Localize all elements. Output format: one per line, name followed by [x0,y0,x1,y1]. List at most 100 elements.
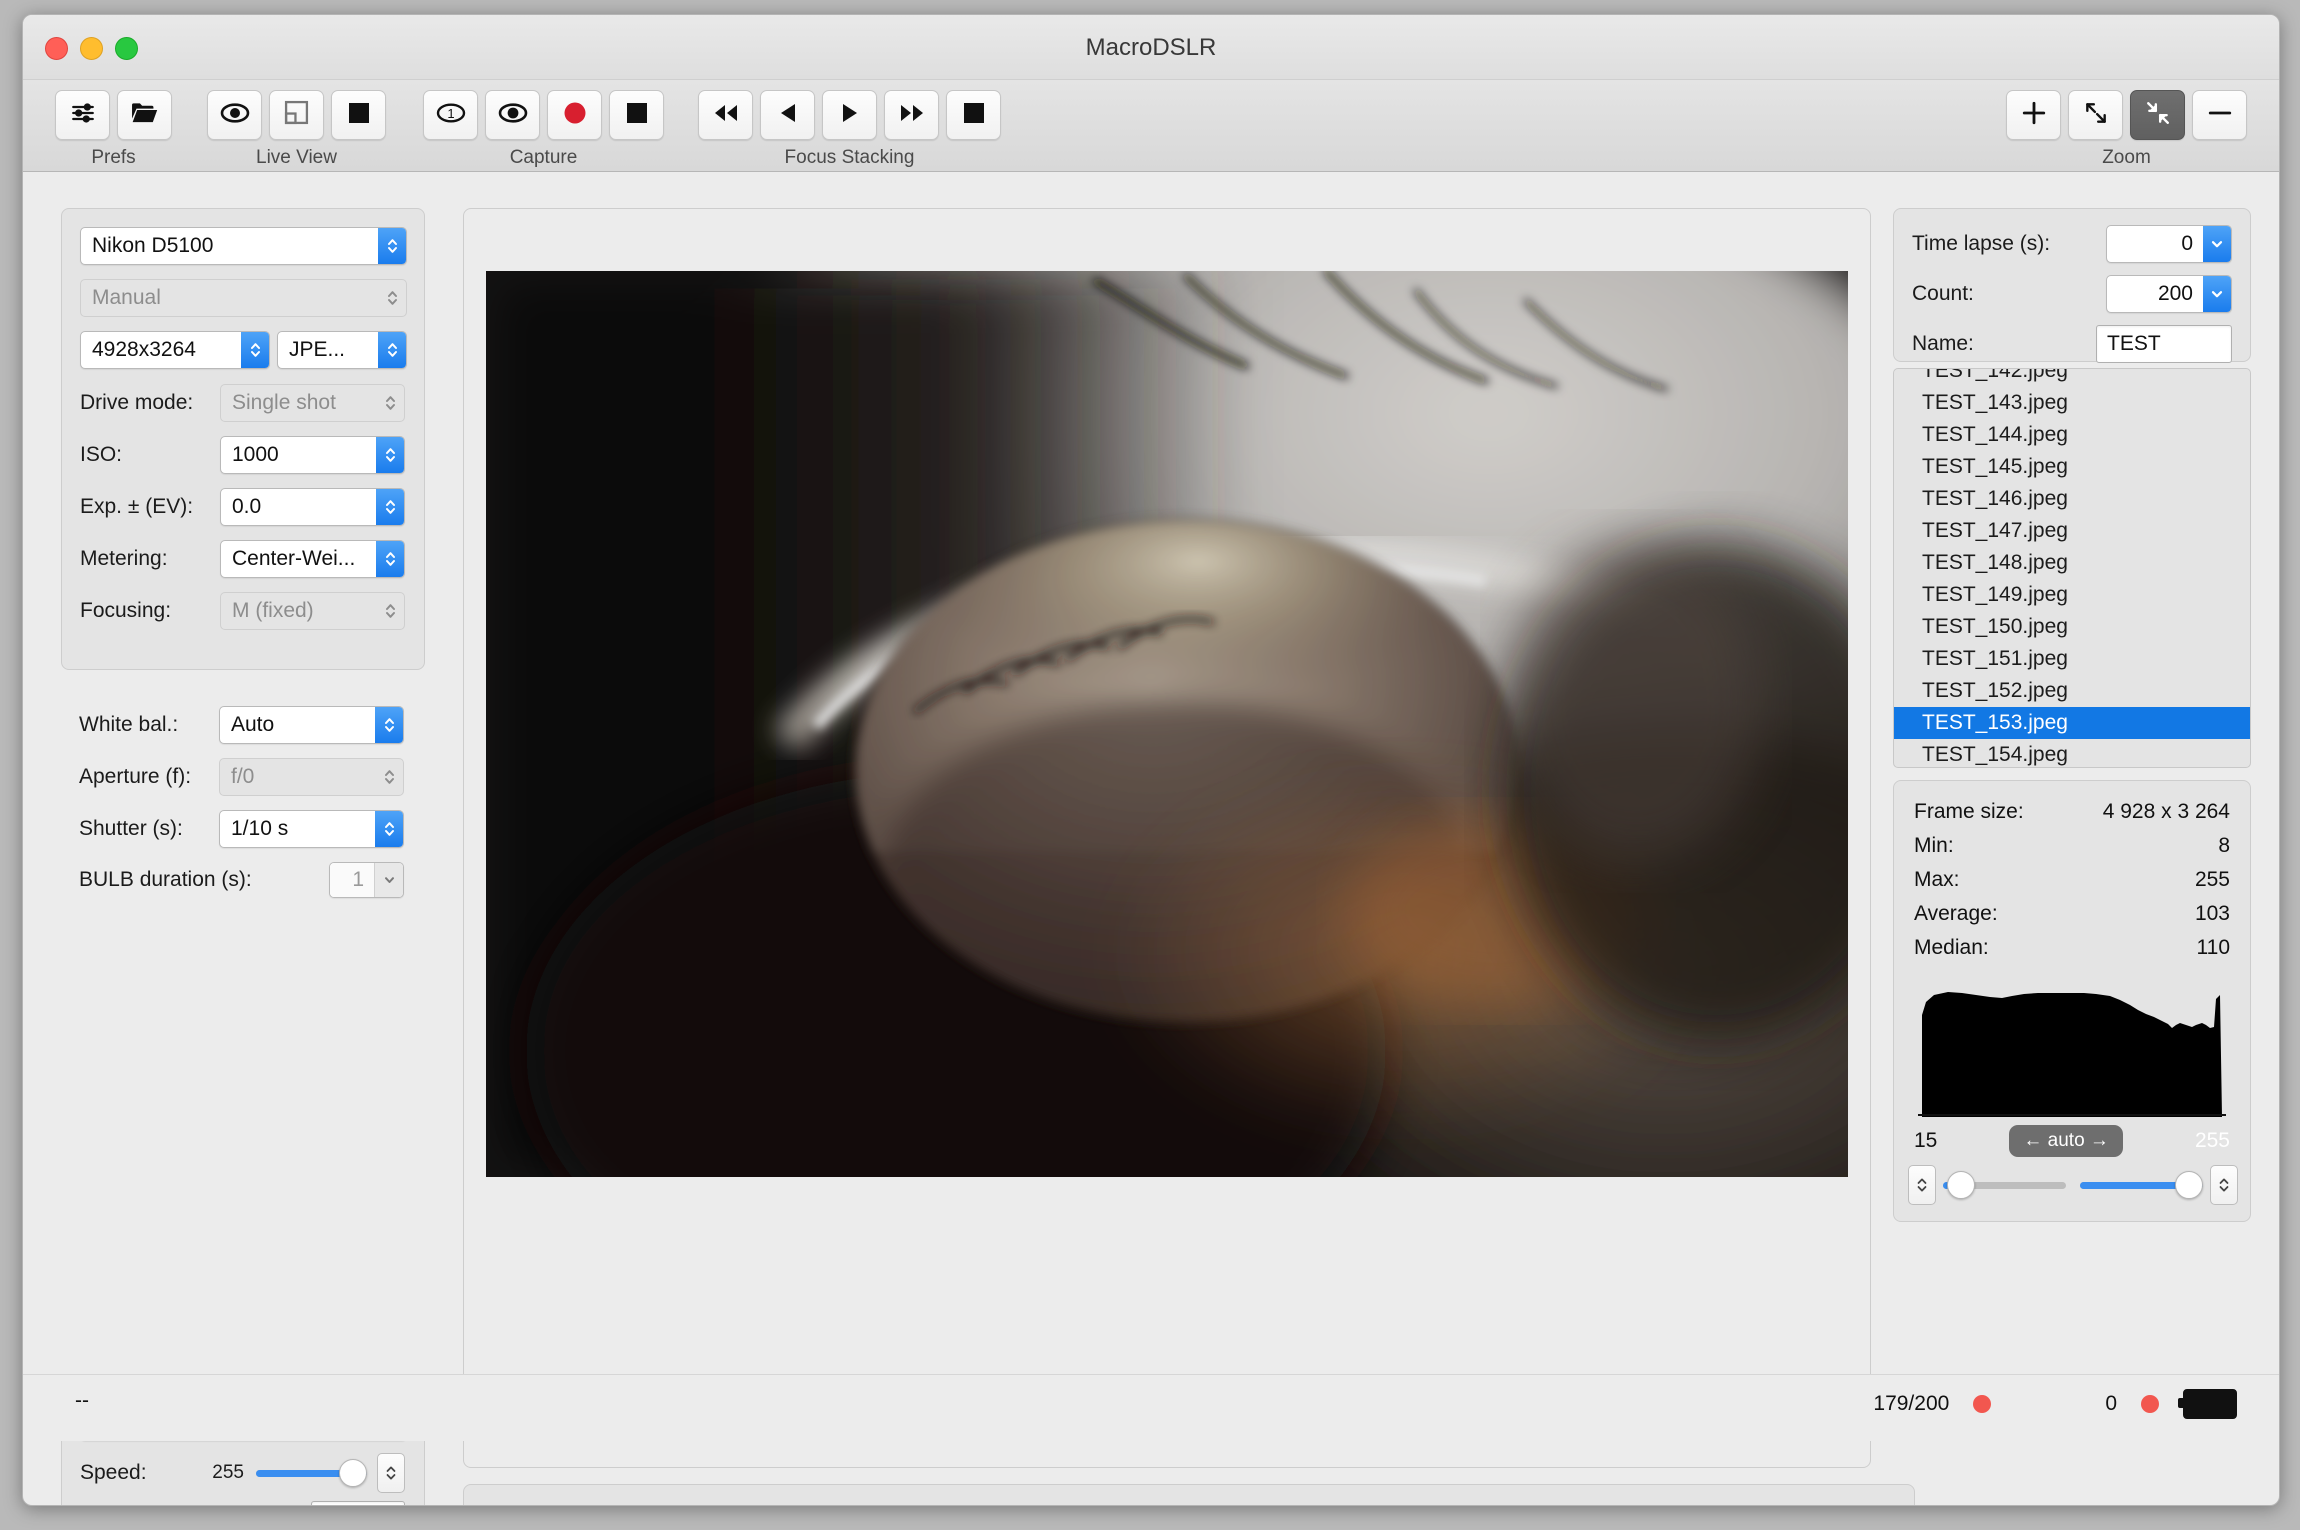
list-item[interactable]: TEST_146.jpeg [1894,483,2250,515]
fast-forward-icon [899,103,925,128]
toolbar-group-zoom: Zoom [2006,90,2247,169]
toolbar-group-label-live-view: Live View [256,147,337,168]
zoom-in-plus-icon [2021,100,2047,131]
metering-value: Center-Wei... [232,547,356,570]
focuser-speed-stepper[interactable] [377,1453,405,1493]
aperture-row: Aperture (f): f/0 [79,758,404,796]
list-item[interactable]: TEST_147.jpeg [1894,515,2250,547]
histogram-low-stepper[interactable] [1908,1165,1936,1205]
svg-text:1: 1 [447,106,454,121]
timelapse-count-input[interactable]: 200 [2106,275,2232,313]
zoom-fit-expand-button[interactable] [2068,90,2123,140]
folder-open-icon [131,101,158,130]
list-item[interactable]: TEST_152.jpeg [1894,675,2250,707]
focusing-value: M (fixed) [232,599,314,622]
focuser-speed-slider[interactable] [256,1459,367,1487]
sliders-icon [70,100,96,131]
metering-select[interactable]: Center-Wei... [220,540,405,578]
exposure-comp-select[interactable]: 0.0 [220,488,405,526]
focusing-row: Focusing: M (fixed) [80,592,405,630]
list-item[interactable]: TEST_149.jpeg [1894,579,2250,611]
focus-rewind-button[interactable] [698,90,753,140]
open-folder-button[interactable] [117,90,172,140]
status-left-text: -- [75,1389,89,1412]
focuser-speed-row: Speed: 255 [80,1453,405,1493]
camera-model-select[interactable]: Nikon D5100 [80,227,407,265]
live-view-start-button[interactable] [207,90,262,140]
list-item[interactable]: TEST_145.jpeg [1894,451,2250,483]
rewind-icon [713,103,739,128]
file-format-select[interactable]: JPE... [277,331,407,369]
capture-preview-button[interactable] [485,90,540,140]
timelapse-name-input[interactable]: TEST [2096,325,2232,363]
aperture-select[interactable]: f/0 [219,758,404,796]
focus-step-back-button[interactable] [760,90,815,140]
bulb-duration-label: BULB duration (s): [79,868,252,891]
list-item-selected[interactable]: TEST_153.jpeg [1894,707,2250,739]
resolution-select[interactable]: 4928x3264 [80,331,270,369]
chevron-updown-icon [375,811,403,847]
drive-mode-label: Drive mode: [80,391,194,414]
chevron-updown-icon [375,707,403,743]
focuser-step-input[interactable]: 300 [311,1501,405,1505]
file-list-scroll-content: TEST_142.jpeg TEST_143.jpeg TEST_144.jpe… [1894,369,2250,767]
camera-model-value: Nikon D5100 [92,234,214,257]
focuser-speed-label: Speed: [80,1461,147,1484]
resolution-value: 4928x3264 [92,338,196,361]
file-list[interactable]: TEST_142.jpeg TEST_143.jpeg TEST_144.jpe… [1893,368,2251,768]
focus-stop-button[interactable] [946,90,1001,140]
focusing-select[interactable]: M (fixed) [220,592,405,630]
app-window: MacroDSLR Prefs Live View 1 Capture Focu… [22,14,2280,1506]
focuser-speed-value: 255 [212,1462,244,1483]
toolbar-group-prefs: Prefs [55,90,172,169]
live-view-frame-button[interactable] [269,90,324,140]
list-item[interactable]: TEST_143.jpeg [1894,387,2250,419]
shutter-label: Shutter (s): [79,817,183,840]
shutter-select[interactable]: 1/10 s [219,810,404,848]
battery-icon [2178,1389,2237,1419]
white-balance-select[interactable]: Auto [219,706,404,744]
list-item[interactable]: TEST_144.jpeg [1894,419,2250,451]
focus-play-button[interactable] [822,90,877,140]
exposure-mode-select[interactable]: Manual [80,279,407,317]
timelapse-interval-input[interactable]: 0 [2106,225,2232,263]
toolbar-group-label-focus-stacking: Focus Stacking [784,147,915,168]
list-item[interactable]: TEST_154.jpeg [1894,739,2250,767]
eye-icon [220,102,250,129]
histogram-auto-button[interactable]: ← auto → [2009,1125,2123,1157]
live-view-stop-button[interactable] [331,90,386,140]
live-preview-image[interactable] [486,271,1848,1177]
stat-value: 8 [2218,834,2230,857]
timelapse-panel: Time lapse (s): 0 Count: 200 Name: TEST [1893,208,2251,363]
histogram-high-label: 255 [2194,1129,2230,1152]
histogram-high-slider[interactable] [2080,1171,2203,1199]
metering-label: Metering: [80,547,168,570]
zoom-fit-shrink-button[interactable] [2130,90,2185,140]
record-button[interactable] [547,90,602,140]
single-shot-button[interactable]: 1 [423,90,478,140]
zoom-fit-expand-icon [2083,100,2109,131]
window-title: MacroDSLR [1085,34,1217,61]
stat-row: Average: 103 [1914,897,2230,931]
zoom-out-button[interactable] [2192,90,2247,140]
zoom-out-minus-icon [2207,100,2233,131]
prefs-button[interactable] [55,90,110,140]
list-item[interactable]: TEST_148.jpeg [1894,547,2250,579]
iso-select[interactable]: 1000 [220,436,405,474]
chevron-down-icon [374,863,403,897]
stop-square-icon [963,102,985,129]
zoom-in-button[interactable] [2006,90,2061,140]
list-item[interactable]: TEST_151.jpeg [1894,643,2250,675]
capture-stop-button[interactable] [609,90,664,140]
log-line: 20:00:45.552 'Nikon D5100' selected [486,1501,1892,1505]
histogram-low-slider[interactable] [1943,1171,2066,1199]
drive-mode-select[interactable]: Single shot [220,384,405,422]
list-item[interactable]: TEST_142.jpeg [1894,369,2250,387]
iso-label: ISO: [80,443,123,466]
histogram-high-stepper[interactable] [2210,1165,2238,1205]
focus-fast-forward-button[interactable] [884,90,939,140]
list-item[interactable]: TEST_150.jpeg [1894,611,2250,643]
stats-histogram-panel: Frame size: 4 928 x 3 264 Min: 8 Max: 25… [1893,780,2251,1222]
histogram-chart [1914,981,2230,1117]
bulb-duration-input[interactable]: 1 [329,862,404,898]
